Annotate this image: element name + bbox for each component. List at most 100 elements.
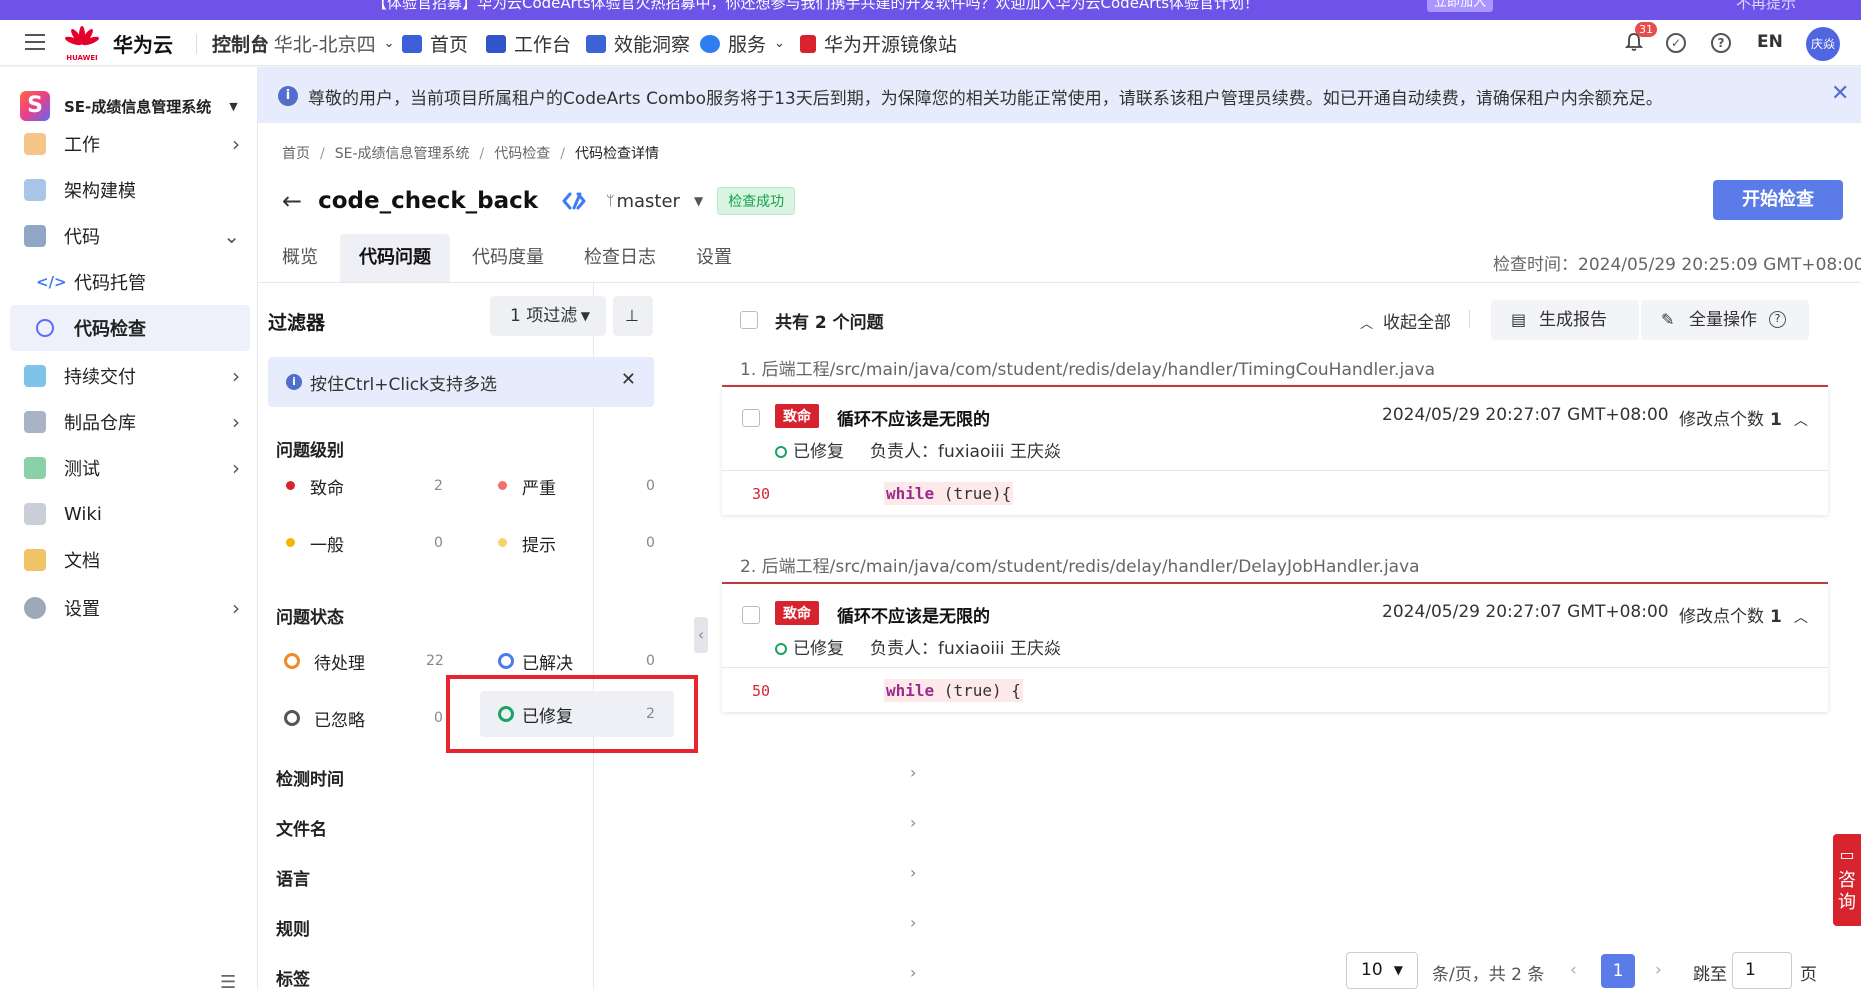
sidebar-item-docs[interactable]: 文档 [0,537,258,583]
breadcrumb-home[interactable]: 首页 [282,146,310,162]
issue-checkbox[interactable] [742,409,760,427]
issue-rule[interactable]: 循环不应该是无限的 [837,405,990,430]
sidebar-item-label: 工作 [64,135,100,156]
sidebar-item-code-check[interactable]: 代码检查 [10,305,250,351]
collapse-sidebar-icon[interactable]: ☰ [220,972,236,989]
promo-dismiss-link[interactable]: 不再提示 [1736,0,1796,13]
chevron-right-icon[interactable]: › [910,863,916,882]
project-selector[interactable]: S SE-成绩信息管理系统 ▼ [20,91,238,121]
panel-collapse-handle[interactable]: ‹ [694,617,708,653]
filter-clear-button[interactable]: ⊥ [613,296,653,336]
page-suffix: 页 [1800,965,1817,985]
branch-name[interactable]: master [616,191,679,212]
chevron-down-icon: ⌄ [223,224,240,248]
option-count: 22 [426,653,444,669]
consult-button[interactable]: ▭ 咨询 [1833,834,1861,926]
region-selector[interactable]: ⚲ 华北-北京四 ⌄ [254,30,394,57]
modify-count[interactable]: 修改点个数 1 ︿ [1679,602,1808,627]
wiki-icon [24,503,46,525]
prev-page-icon[interactable]: ‹ [1570,960,1577,980]
generate-report-button[interactable]: ▤ 生成报告 [1491,300,1639,340]
filter-section-tag[interactable]: 标签 [276,965,310,989]
chevron-right-icon[interactable]: › [910,963,916,982]
tab-code-metrics[interactable]: 代码度量 [454,234,562,282]
chevron-right-icon[interactable]: › [910,813,916,832]
help-icon[interactable]: ? [1769,311,1786,328]
issue-rule[interactable]: 循环不应该是无限的 [837,602,990,627]
sidebar-item-wiki[interactable]: Wiki [0,491,258,537]
breadcrumb-project[interactable]: SE-成绩信息管理系统 [335,146,470,162]
sidebar-item-code[interactable]: 代码 ⌄ [0,213,258,259]
next-page-icon[interactable]: › [1655,960,1662,980]
status-section-title[interactable]: 问题状态 [276,603,344,628]
level-option-severe[interactable]: 严重 0 [488,466,658,506]
start-check-button[interactable]: 开始检查 [1713,180,1843,220]
back-arrow-icon[interactable]: ← [282,187,302,215]
breadcrumb-code-check[interactable]: 代码检查 [494,146,550,162]
tab-settings[interactable]: 设置 [678,234,750,282]
resolved-icon [498,653,514,669]
sidebar-item-label: 制品仓库 [64,413,136,434]
jump-page-input[interactable]: 1 [1732,952,1792,989]
issue-card[interactable]: 致命 循环不应该是无限的 2024/05/29 20:27:07 GMT+08:… [722,582,1828,712]
sidebar-item-architecture[interactable]: 架构建模 [0,167,258,213]
chevron-right-icon[interactable]: › [910,763,916,782]
nav-mirror[interactable]: 华为开源镜像站 [800,30,957,57]
sidebar-item-label: 测试 [64,459,100,480]
level-option-normal[interactable]: 一般 0 [276,523,446,563]
normal-dot-icon [286,538,295,547]
sidebar-item-work[interactable]: 工作 › [0,121,258,167]
promo-join-button[interactable]: 立即加入 [1427,0,1493,12]
issue-file-path[interactable]: 1. 后端工程/src/main/java/com/student/redis/… [740,355,1435,380]
sidebar-item-repo[interactable]: </> 代码托管 [0,259,258,305]
filter-section-language[interactable]: 语言 [276,865,310,890]
sidebar-item-test[interactable]: 测试 › [0,445,258,491]
status-option-fixed[interactable]: 已修复 2 [480,691,674,737]
level-option-fatal[interactable]: 致命 2 [276,466,446,506]
repo-link-icon[interactable] [560,190,588,212]
brand-name[interactable]: 华为云 [113,29,173,58]
language-switch[interactable]: EN [1757,32,1783,52]
modify-count[interactable]: 修改点个数 1 ︿ [1679,405,1808,430]
filter-title: 过滤器 [268,312,326,334]
level-section-title[interactable]: 问题级别 [276,436,344,461]
chevron-right-icon[interactable]: › [910,913,916,932]
status-option-pending[interactable]: 待处理 22 [276,641,448,681]
nav-insights[interactable]: 效能洞察 [586,30,690,57]
promo-banner: 【体验官招募】华为云CodeArts体验官火热招募中，你还想参与我们携手共建的开… [0,0,1861,20]
tab-overview[interactable]: 概览 [282,234,336,282]
sidebar-item-delivery[interactable]: 持续交付 › [0,353,258,399]
todo-check-icon[interactable]: ✓ [1666,33,1686,53]
tab-check-log[interactable]: 检查日志 [566,234,674,282]
filter-section-rule[interactable]: 规则 [276,915,310,940]
filter-count-select[interactable]: 1 项过滤 ▼ [490,296,606,336]
select-all-checkbox[interactable] [740,311,758,329]
issue-checkbox[interactable] [742,606,760,624]
nav-home[interactable]: 首页 [402,30,468,57]
close-icon[interactable]: ✕ [1831,81,1849,106]
user-avatar[interactable]: 庆焱 [1806,27,1840,61]
page-size-select[interactable]: 10 ▼ [1346,952,1418,989]
filter-section-detect-time[interactable]: 检测时间 [276,765,344,790]
status-option-ignored[interactable]: 已忽略 0 [276,698,448,738]
hamburger-menu-icon[interactable] [25,34,45,50]
level-option-hint[interactable]: 提示 0 [488,523,658,563]
help-icon[interactable]: ? [1711,33,1731,53]
filter-section-filename[interactable]: 文件名 [276,815,327,840]
huawei-logo[interactable]: HUAWEI [64,26,100,62]
option-label: 已修复 [522,706,573,727]
close-icon[interactable]: ✕ [621,369,636,390]
sidebar-item-artifact[interactable]: 制品仓库 › [0,399,258,445]
nav-workbench[interactable]: 工作台 [486,30,571,57]
bulk-operation-button[interactable]: ✎ 全量操作 ? [1641,300,1809,340]
sidebar-item-settings[interactable]: 设置 › [0,585,258,631]
caret-down-icon[interactable]: ▼ [694,194,703,208]
tab-code-issues[interactable]: 代码问题 [340,234,450,282]
workbench-icon [486,34,506,53]
issue-card[interactable]: 致命 循环不应该是无限的 2024/05/29 20:27:07 GMT+08:… [722,385,1828,515]
status-option-resolved[interactable]: 已解决 0 [488,641,658,681]
nav-services[interactable]: 服务 ⌄ [700,30,785,57]
collapse-all-button[interactable]: ︿ 收起全部 [1360,308,1451,333]
page-number-current[interactable]: 1 [1601,954,1635,988]
issue-file-path[interactable]: 2. 后端工程/src/main/java/com/student/redis/… [740,552,1420,577]
